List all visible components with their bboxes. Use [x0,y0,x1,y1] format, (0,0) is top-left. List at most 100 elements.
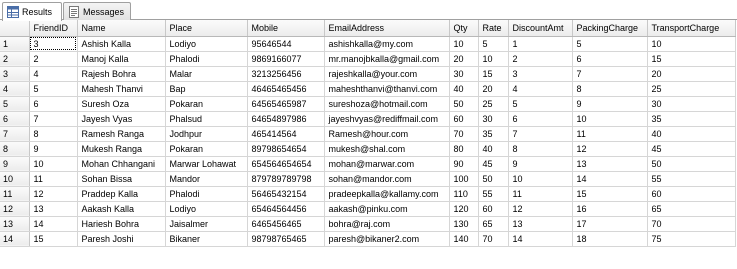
grid-cell[interactable]: 60 [647,186,736,202]
grid-cell[interactable]: 70 [449,126,479,142]
grid-cell[interactable]: 6 [572,51,648,67]
grid-cell[interactable]: Pokaran [165,96,248,112]
grid-cell[interactable]: 30 [478,111,509,127]
grid-cell[interactable]: 15 [29,231,78,247]
grid-cell[interactable]: 100 [449,171,479,187]
grid-cell[interactable]: 465414564 [247,126,325,142]
grid-cell[interactable]: Paresh Joshi [77,231,166,247]
table-row[interactable]: 13 14 Hariesh Bohra Jaisalmer 6465456465 bohr… [0,216,736,232]
grid-cell[interactable]: 50 [647,156,736,172]
grid-cell[interactable]: 20 [478,81,509,97]
grid-cell[interactable]: 13 [508,216,573,232]
grid-cell[interactable]: 15 [478,66,509,82]
grid-cell[interactable]: mr.manojbkalla@gmail.com [324,51,450,67]
grid-cell[interactable]: 65464564456 [247,201,325,217]
row-number[interactable]: 14 [0,231,30,247]
grid-cell[interactable]: 70 [478,231,509,247]
grid-cell[interactable]: 55 [478,186,509,202]
grid-cell[interactable]: 10 [572,111,648,127]
grid-cell[interactable]: 8 [29,126,78,142]
grid-cell[interactable]: Mandor [165,171,248,187]
column-header[interactable]: PackingCharge [572,20,648,37]
grid-cell[interactable]: Malar [165,66,248,82]
table-row[interactable]: 6 7 Jayesh Vyas Phalsud 64654897986 jayeshvya… [0,111,736,127]
column-header[interactable]: Mobile [247,20,325,37]
grid-cell[interactable]: Bikaner [165,231,248,247]
grid-cell[interactable]: 9 [508,156,573,172]
row-number[interactable]: 5 [0,96,30,112]
grid-cell[interactable]: 75 [647,231,736,247]
grid-cell[interactable]: Praddep Kalla [77,186,166,202]
table-row[interactable]: 14 15 Paresh Joshi Bikaner 98798765465 paresh… [0,231,736,247]
grid-cell[interactable]: 25 [647,81,736,97]
grid-cell[interactable]: 6456546​5987 [247,96,325,112]
grid-cell[interactable]: 120 [449,201,479,217]
column-header[interactable]: DiscountAmt [508,20,573,37]
grid-cell[interactable]: 46465465456 [247,81,325,97]
table-row[interactable]: 1 3 Ashish Kalla Lodiyo 95646544 ashishkalla@… [0,36,736,52]
grid-cell[interactable]: 40 [478,141,509,157]
grid-cell[interactable]: jayeshvyas@rediffmail.com [324,111,450,127]
grid-cell[interactable]: 7 [508,126,573,142]
grid-cell[interactable]: 30 [449,66,479,82]
grid-cell[interactable]: 140 [449,231,479,247]
table-row[interactable]: 3 4 Rajesh Bohra Malar 3213256456 rajeshkalla… [0,66,736,82]
grid-cell[interactable]: 17 [572,216,648,232]
grid-cell[interactable]: 12 [29,186,78,202]
grid-cell[interactable]: 10 [647,36,736,52]
tab-results[interactable]: Results [2,2,62,21]
grid-cell[interactable]: 13 [572,156,648,172]
tab-messages[interactable]: Messages [63,2,131,20]
grid-cell[interactable]: 65 [647,201,736,217]
column-header[interactable]: Name [77,20,166,37]
grid-cell[interactable]: Marwar Lohawat [165,156,248,172]
column-header[interactable]: FriendID [29,20,78,37]
grid-cell[interactable]: 15 [572,186,648,202]
grid-cell[interactable]: 18 [572,231,648,247]
grid-cell[interactable]: 6 [508,111,573,127]
grid-cell[interactable]: 40 [647,126,736,142]
grid-cell[interactable]: 11 [508,186,573,202]
grid-cell[interactable]: 5 [478,36,509,52]
grid-cell[interactable]: 9 [572,96,648,112]
table-row[interactable]: 7 8 Ramesh Ranga Jodhpur 465414564 Ramesh@hou… [0,126,736,142]
grid-cell[interactable]: 64654897986 [247,111,325,127]
grid-cell[interactable]: paresh@bikaner2.com [324,231,450,247]
grid-cell[interactable]: 6465456465 [247,216,325,232]
results-grid[interactable]: FriendID Name Place Mobile EmailAddress Qty Ra… [0,20,737,269]
grid-cell[interactable]: Manoj Kalla [77,51,166,67]
grid-cell[interactable]: 10 [478,51,509,67]
grid-cell[interactable]: Mohan Chhangani [77,156,166,172]
row-number[interactable]: 4 [0,81,30,97]
grid-cell[interactable]: 12 [572,141,648,157]
grid-cell[interactable]: maheshthanvi@thanvi.com [324,81,450,97]
grid-cell[interactable]: 11 [29,171,78,187]
row-number[interactable]: 2 [0,51,30,67]
grid-cell[interactable]: Phalodi [165,186,248,202]
row-number[interactable]: 10 [0,171,30,187]
row-number[interactable]: 8 [0,141,30,157]
grid-cell[interactable]: 45 [647,141,736,157]
grid-cell[interactable]: 70 [647,216,736,232]
table-row[interactable]: 12 13 Aakash Kalla Lodiyo 65464564456 aakash@… [0,201,736,217]
table-row[interactable]: 4 5 Mahesh Thanvi Bap 46465465456 maheshthanv… [0,81,736,97]
grid-cell[interactable]: Jodhpur [165,126,248,142]
grid-cell[interactable]: 5 [572,36,648,52]
grid-cell[interactable]: 2 [29,51,78,67]
grid-cell[interactable]: sohan@mandor.com [324,171,450,187]
grid-cell[interactable]: Suresh Oza [77,96,166,112]
grid-cell[interactable]: Sohan Bissa [77,171,166,187]
grid-cell[interactable]: Mahesh Thanvi [77,81,166,97]
grid-cell[interactable]: 879789789798 [247,171,325,187]
grid-cell[interactable]: 2 [508,51,573,67]
grid-cell[interactable]: 9869166077 [247,51,325,67]
grid-cell[interactable]: 25 [478,96,509,112]
grid-cell[interactable]: Jayesh Vyas [77,111,166,127]
grid-cell[interactable]: Jaisalmer [165,216,248,232]
grid-cell[interactable]: 15 [647,51,736,67]
table-row[interactable]: 5 6 Suresh Oza Pokaran 6456546​5987 sureshoza… [0,96,736,112]
grid-cell[interactable]: Lodiyo [165,201,248,217]
grid-cell[interactable]: 55 [647,171,736,187]
grid-cell[interactable]: Ramesh@hour.com [324,126,450,142]
table-row[interactable]: 10 11 Sohan Bissa Mandor 879789789798 sohan@m… [0,171,736,187]
